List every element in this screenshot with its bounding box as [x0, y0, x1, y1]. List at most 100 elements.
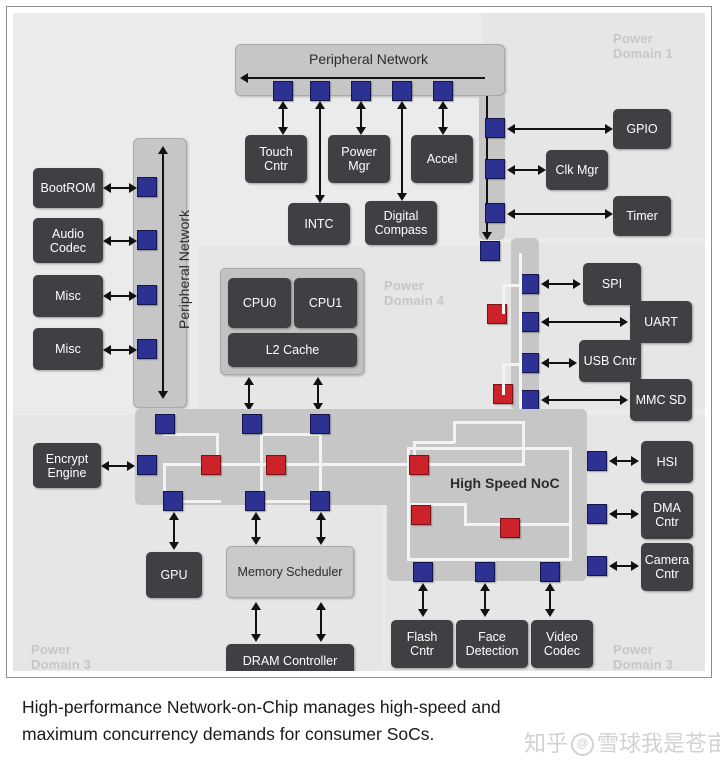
ni-memory-scheduler-1[interactable]	[245, 491, 265, 511]
ni-flash-cntr[interactable]	[413, 562, 433, 582]
link-misc-2-head-r	[129, 345, 137, 355]
ni-gpio[interactable]	[485, 118, 505, 138]
block-clk-mgr[interactable]: Clk Mgr	[546, 150, 608, 190]
link-encrypt-engine-head-r	[127, 461, 135, 471]
ni-noc-top-2[interactable]	[242, 414, 262, 434]
zhihu-watermark: 知乎 @ 雪球我是苍亩	[524, 731, 720, 757]
noc-wire-l10	[569, 447, 572, 559]
ni-touch-cntr[interactable]	[273, 81, 293, 101]
link-encrypt-engine	[107, 465, 129, 467]
router-noc-1[interactable]	[201, 455, 221, 475]
ni-bootrom[interactable]	[137, 177, 157, 197]
ni-misc-1[interactable]	[137, 285, 157, 305]
peripheral-bus-spine-arrowhead	[482, 232, 492, 240]
ni-accel[interactable]	[433, 81, 453, 101]
link-uart-head-r	[620, 317, 628, 327]
block-dma-cntr[interactable]: DMA Cntr	[641, 491, 693, 539]
router-noc-2[interactable]	[266, 455, 286, 475]
ni-cpu-uplink[interactable]	[480, 241, 500, 261]
noc-wire-b3	[453, 421, 523, 424]
link-clk-mgr-head-l	[507, 165, 515, 175]
ni-spi[interactable]	[519, 274, 539, 294]
ni-mmc-sd[interactable]	[519, 390, 539, 410]
ni-video-codec[interactable]	[540, 562, 560, 582]
block-cpu1[interactable]: CPU1	[294, 278, 357, 328]
block-bootrom[interactable]: BootROM	[33, 168, 103, 208]
link-gpio-head-r	[605, 124, 613, 134]
link-spi-head-r	[573, 279, 581, 289]
ni-noc-top-1[interactable]	[155, 414, 175, 434]
link-cpu-cluster-right-head-up	[313, 377, 323, 385]
link-intc	[319, 105, 321, 197]
ni-power-mgr[interactable]	[351, 81, 371, 101]
link-misc-1-head-l	[103, 291, 111, 301]
block-mmc-sd[interactable]: MMC SD	[630, 379, 692, 421]
link-dram-2	[320, 608, 322, 636]
block-accel[interactable]: Accel	[411, 135, 473, 183]
ni-clk-mgr[interactable]	[485, 159, 505, 179]
link-digital-compass-head-down	[397, 193, 407, 201]
block-cpu0[interactable]: CPU0	[228, 278, 291, 328]
block-digital-compass[interactable]: Digital Compass	[365, 201, 437, 245]
block-dram-controller[interactable]: DRAM Controller	[226, 644, 354, 671]
link-uart-head-l	[541, 317, 549, 327]
router-noc-3[interactable]	[409, 455, 429, 475]
link-touch-cntr-head-down	[278, 127, 288, 135]
ni-memory-scheduler-2[interactable]	[310, 491, 330, 511]
ni-gpu[interactable]	[163, 491, 183, 511]
peripheral-left-flow-head-down	[158, 391, 168, 399]
link-video-codec	[549, 589, 551, 611]
block-flash-cntr[interactable]: Flash Cntr	[391, 620, 453, 668]
block-touch-cntr[interactable]: Touch Cntr	[245, 135, 307, 183]
block-camera-cntr[interactable]: Camera Cntr	[641, 543, 693, 591]
block-memory-scheduler[interactable]: Memory Scheduler	[226, 546, 354, 598]
ni-uart[interactable]	[519, 312, 539, 332]
link-digital-compass-head-up	[397, 101, 407, 109]
router-noc-5[interactable]	[500, 518, 520, 538]
ni-dma-cntr[interactable]	[587, 504, 607, 524]
block-audio-codec[interactable]: Audio Codec	[33, 218, 103, 263]
block-gpio[interactable]: GPIO	[613, 109, 671, 149]
block-gpu[interactable]: GPU	[146, 552, 202, 598]
block-misc-2[interactable]: Misc	[33, 328, 103, 370]
ni-misc-2[interactable]	[137, 339, 157, 359]
ni-usb-cntr[interactable]	[519, 353, 539, 373]
ni-noc-top-3[interactable]	[310, 414, 330, 434]
ni-encrypt-engine[interactable]	[137, 455, 157, 475]
ni-digital-compass[interactable]	[392, 81, 412, 101]
link-gpu	[173, 518, 175, 544]
link-clk-mgr	[513, 169, 540, 171]
block-misc-1[interactable]: Misc	[33, 275, 103, 317]
block-intc[interactable]: INTC	[288, 203, 350, 245]
link-flash-cntr-head-up	[418, 583, 428, 591]
ni-hsi[interactable]	[587, 451, 607, 471]
link-timer-head-r	[605, 209, 613, 219]
noc-wire-l1	[407, 447, 572, 450]
noc-wire-u7	[260, 433, 263, 465]
block-video-codec[interactable]: Video Codec	[531, 620, 593, 668]
ni-timer[interactable]	[485, 203, 505, 223]
block-uart[interactable]: UART	[630, 301, 692, 343]
link-dram-2-head-down	[316, 634, 326, 642]
ni-face-detection[interactable]	[475, 562, 495, 582]
block-hsi[interactable]: HSI	[641, 441, 693, 483]
ni-audio-codec[interactable]	[137, 230, 157, 250]
router-noc-4[interactable]	[411, 505, 431, 525]
block-l2-cache[interactable]: L2 Cache	[228, 333, 357, 367]
ni-intc[interactable]	[310, 81, 330, 101]
link-spi-head-l	[541, 279, 549, 289]
block-encrypt-engine[interactable]: Encrypt Engine	[33, 443, 101, 488]
block-spi[interactable]: SPI	[583, 263, 641, 305]
link-bootrom	[109, 187, 131, 189]
ni-camera-cntr[interactable]	[587, 556, 607, 576]
block-face-detection[interactable]: Face Detection	[456, 620, 528, 668]
block-timer[interactable]: Timer	[613, 196, 671, 236]
block-usb-cntr[interactable]: USB Cntr	[579, 340, 641, 382]
link-audio-codec	[109, 240, 131, 242]
link-flash-cntr	[422, 589, 424, 611]
peripheral-left-flow-arrow	[162, 153, 164, 393]
block-power-mgr[interactable]: Power Mgr	[328, 135, 390, 183]
io-wire-v2	[502, 363, 505, 395]
peripheral-bus-flow-arrow	[247, 77, 485, 79]
link-cpu-cluster-left-head-up	[244, 377, 254, 385]
